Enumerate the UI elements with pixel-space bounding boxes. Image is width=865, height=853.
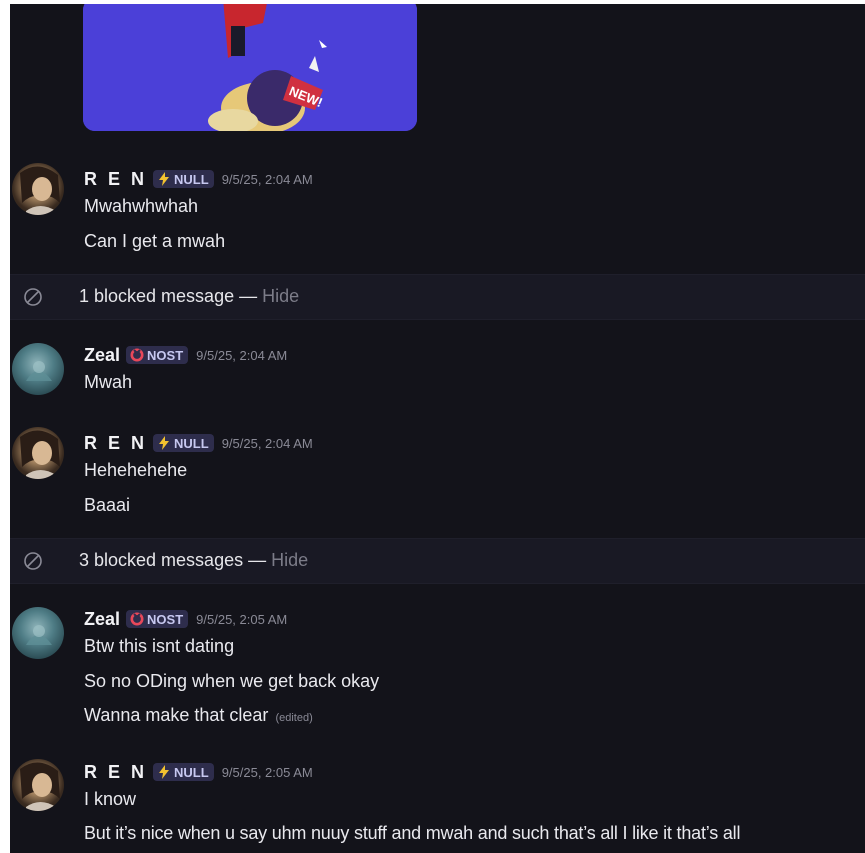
chat-pane: NEW! R E N NULL 9/5/25, 2:04 AM Mwahwhwh… <box>10 4 865 853</box>
blocked-label: 3 blocked messages — Hide <box>79 550 308 571</box>
lightning-icon <box>157 765 171 779</box>
avatar-image <box>20 430 60 479</box>
blocked-messages-bar: 3 blocked messages — Hide <box>10 538 865 584</box>
avatar[interactable] <box>12 759 64 811</box>
blocked-icon <box>23 551 43 575</box>
guild-tag[interactable]: NULL <box>153 170 214 188</box>
message-group: R E N NULL 9/5/25, 2:05 AM I know But it… <box>10 756 865 853</box>
timestamp[interactable]: 9/5/25, 2:04 AM <box>222 436 313 451</box>
message-group: Zeal NOST 9/5/25, 2:05 AM Btw this isnt … <box>10 600 865 735</box>
message-header: Zeal NOST 9/5/25, 2:05 AM <box>84 608 287 630</box>
blocked-icon <box>23 287 43 311</box>
username[interactable]: Zeal <box>84 609 120 630</box>
avatar-image <box>20 762 60 811</box>
message-header: Zeal NOST 9/5/25, 2:04 AM <box>84 344 287 366</box>
avatar-image <box>26 625 52 645</box>
avatar[interactable] <box>12 607 64 659</box>
username[interactable]: R E N <box>84 169 147 190</box>
message-group: Zeal NOST 9/5/25, 2:04 AM Mwah <box>10 336 865 406</box>
message-text-content: Wanna make that clear <box>84 705 269 725</box>
tag-label: NOST <box>147 347 184 363</box>
message-text[interactable]: Hehehehehe <box>84 460 187 481</box>
lightning-icon <box>157 172 171 186</box>
gif-image: NEW! <box>83 4 417 131</box>
lightning-icon <box>157 436 171 450</box>
guild-tag[interactable]: NOST <box>126 610 189 628</box>
timestamp[interactable]: 9/5/25, 2:05 AM <box>222 765 313 780</box>
message-text[interactable]: I know <box>84 789 136 810</box>
message-text[interactable]: Wanna make that clear (edited) <box>84 705 313 726</box>
message-text[interactable]: Baaai <box>84 495 130 516</box>
avatar[interactable] <box>12 163 64 215</box>
message-header: R E N NULL 9/5/25, 2:05 AM <box>84 761 313 783</box>
message-group: R E N NULL 9/5/25, 2:04 AM Mwahwhwhah Ca… <box>10 160 865 264</box>
message-text[interactable]: Can I get a mwah <box>84 231 225 252</box>
blocked-label: 1 blocked message — Hide <box>79 286 299 307</box>
message-text[interactable]: Mwah <box>84 372 132 393</box>
guild-tag[interactable]: NOST <box>126 346 189 364</box>
blocked-messages-bar: 1 blocked message — Hide <box>10 274 865 320</box>
edited-label: (edited) <box>275 712 313 724</box>
timestamp[interactable]: 9/5/25, 2:04 AM <box>196 348 287 363</box>
username[interactable]: R E N <box>84 762 147 783</box>
blocked-count-text: 3 blocked messages — <box>79 550 267 570</box>
blocked-count-text: 1 blocked message — <box>79 286 258 306</box>
message-text[interactable]: But it’s nice when u say uhm nuuy stuff … <box>84 823 740 844</box>
timestamp[interactable]: 9/5/25, 2:04 AM <box>222 172 313 187</box>
message-text[interactable]: So no ODing when we get back okay <box>84 671 379 692</box>
message-group: R E N NULL 9/5/25, 2:04 AM Hehehehehe Ba… <box>10 424 865 528</box>
message-text[interactable]: Btw this isnt dating <box>84 636 234 657</box>
username[interactable]: R E N <box>84 433 147 454</box>
message-header: R E N NULL 9/5/25, 2:04 AM <box>84 432 313 454</box>
avatar[interactable] <box>12 343 64 395</box>
username[interactable]: Zeal <box>84 345 120 366</box>
guild-tag[interactable]: NULL <box>153 434 214 452</box>
message-header: R E N NULL 9/5/25, 2:04 AM <box>84 168 313 190</box>
ring-icon <box>130 348 144 362</box>
gif-embed[interactable]: NEW! <box>83 4 417 131</box>
avatar[interactable] <box>12 427 64 479</box>
ring-icon <box>130 612 144 626</box>
hide-blocked-link[interactable]: Hide <box>262 286 299 306</box>
avatar-image <box>20 166 60 215</box>
tag-label: NULL <box>174 764 209 780</box>
tag-label: NULL <box>174 435 209 451</box>
tag-label: NULL <box>174 171 209 187</box>
message-text[interactable]: Mwahwhwhah <box>84 196 198 217</box>
avatar-image <box>26 361 52 381</box>
tag-label: NOST <box>147 611 184 627</box>
timestamp[interactable]: 9/5/25, 2:05 AM <box>196 612 287 627</box>
hide-blocked-link[interactable]: Hide <box>271 550 308 570</box>
guild-tag[interactable]: NULL <box>153 763 214 781</box>
